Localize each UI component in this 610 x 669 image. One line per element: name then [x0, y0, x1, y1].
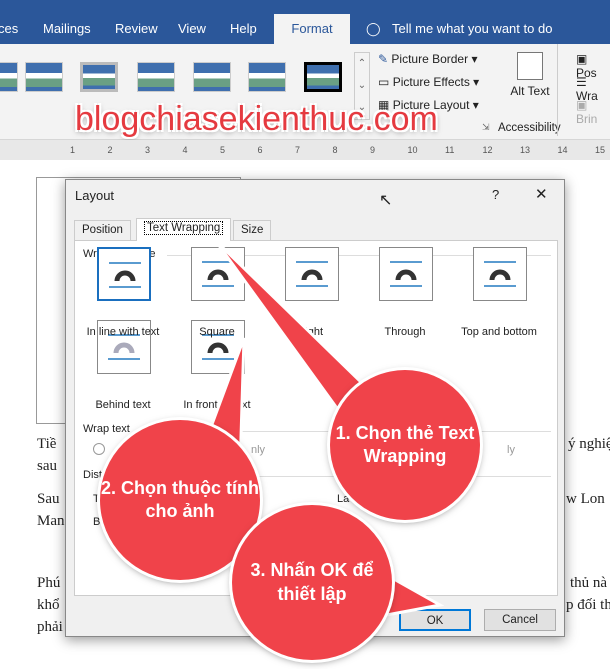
callout-1: 1. Chọn thẻ Text Wrapping: [330, 370, 480, 520]
tab-text-wrapping[interactable]: Text Wrapping: [136, 218, 232, 241]
callout-3: 3. Nhấn OK để thiết lập: [232, 505, 392, 660]
